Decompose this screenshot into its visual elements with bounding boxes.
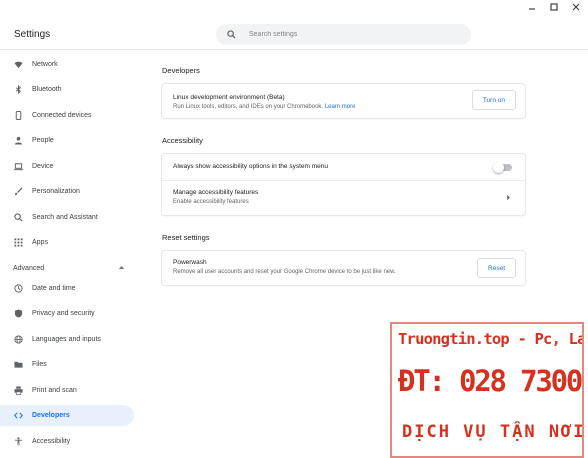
clock-icon — [13, 284, 23, 294]
sidebar-item-label: People — [32, 137, 54, 144]
settings-header: Settings — [0, 14, 588, 50]
close-icon[interactable] — [570, 1, 582, 13]
sidebar-item-date-and-time[interactable]: Date and time — [0, 278, 134, 299]
sidebar-item-accessibility[interactable]: Accessibility — [0, 431, 134, 452]
watermark-line-3: DỊCH VỤ TẬN NƠI TPHCM — [402, 422, 584, 442]
sidebar-item-label: Connected devices — [32, 112, 92, 119]
search-icon — [13, 213, 23, 223]
turn-on-button[interactable]: Turn on — [471, 90, 516, 110]
minimize-icon[interactable] — [526, 1, 538, 13]
sidebar-item-files[interactable]: Files — [0, 354, 134, 375]
always-show-row[interactable]: Always show accessibility options in the… — [162, 154, 525, 180]
sidebar-item-languages-and-inputs[interactable]: Languages and inputs — [0, 329, 134, 350]
learn-more-link[interactable]: Learn more — [325, 104, 356, 110]
sidebar-item-label: Privacy and security — [32, 310, 95, 317]
window-titlebar — [0, 0, 588, 14]
sidebar-item-device[interactable]: Device — [0, 156, 134, 177]
sidebar-item-label: Device — [32, 163, 54, 170]
reset-section-title: Reset settings — [162, 233, 210, 242]
chevron-right-icon — [505, 194, 512, 201]
search-input[interactable] — [249, 31, 449, 38]
linux-title: Linux development environment (Beta) — [173, 94, 285, 101]
powerwash-subtitle: Remove all user accounts and reset your … — [173, 269, 396, 275]
globe-icon — [13, 335, 23, 345]
sidebar-item-network[interactable]: Network — [0, 54, 134, 75]
maximize-icon[interactable] — [548, 1, 560, 13]
sidebar-item-label: Print and scan — [32, 387, 77, 394]
sidebar-item-label: Date and time — [32, 285, 76, 292]
shield-icon — [13, 309, 23, 319]
phone-icon — [13, 111, 23, 121]
sidebar-item-label: Languages and inputs — [32, 336, 101, 343]
watermark-line-2: ĐT: 028 7300 3894 — [398, 364, 582, 398]
sidebar-item-label: Developers — [32, 412, 70, 419]
sidebar-item-privacy-and-security[interactable]: Privacy and security — [0, 303, 134, 324]
window-controls — [526, 1, 582, 13]
sidebar-item-bluetooth[interactable]: Bluetooth — [0, 79, 134, 100]
sidebar-item-developers[interactable]: Developers — [0, 405, 134, 426]
wifi-icon — [13, 60, 23, 70]
linux-description: Run Linux tools, editors, and IDEs on yo… — [173, 104, 324, 110]
search-icon — [227, 29, 237, 40]
page-title: Settings — [14, 29, 51, 40]
sidebar-item-connected-devices[interactable]: Connected devices — [0, 105, 134, 126]
manage-accessibility-row[interactable]: Manage accessibility features Enable acc… — [162, 180, 525, 215]
accessibility-card: Always show accessibility options in the… — [162, 154, 525, 215]
linux-row: Linux development environment (Beta) Run… — [162, 84, 525, 118]
watermark-overlay: Truongtin.top - Pc, Laptop, Máy In ĐT: 0… — [390, 322, 584, 458]
sidebar-item-label: Bluetooth — [32, 86, 62, 93]
manage-accessibility-subtitle: Enable accessibility features — [173, 199, 249, 205]
sidebar: Network Bluetooth Connected devices Peop… — [0, 51, 140, 458]
sidebar-item-label: Apps — [32, 239, 48, 246]
brush-icon — [13, 187, 23, 197]
search-box[interactable] — [216, 24, 471, 45]
sidebar-item-label: Files — [32, 361, 47, 368]
sidebar-item-search-and-assistant[interactable]: Search and Assistant — [0, 207, 134, 228]
chevron-up-icon — [118, 264, 125, 273]
folder-icon — [13, 360, 23, 370]
sidebar-item-label: Network — [32, 61, 58, 68]
always-show-toggle[interactable] — [493, 162, 512, 173]
reset-button[interactable]: Reset — [477, 258, 516, 278]
always-show-label: Always show accessibility options in the… — [173, 163, 328, 170]
sidebar-item-print-and-scan[interactable]: Print and scan — [0, 380, 134, 401]
accessibility-section-title: Accessibility — [162, 136, 203, 145]
sidebar-item-label: Search and Assistant — [32, 214, 98, 221]
accessibility-icon — [13, 437, 23, 447]
person-icon — [13, 136, 23, 146]
printer-icon — [13, 386, 23, 396]
sidebar-advanced-toggle[interactable]: Advanced — [13, 260, 125, 276]
bluetooth-icon — [13, 85, 23, 95]
developers-card: Linux development environment (Beta) Run… — [162, 84, 525, 118]
sidebar-item-people[interactable]: People — [0, 130, 134, 151]
linux-subtitle: Run Linux tools, editors, and IDEs on yo… — [173, 104, 355, 110]
powerwash-title: Powerwash — [173, 259, 207, 266]
sidebar-item-label: Personalization — [32, 188, 80, 195]
developers-section-title: Developers — [162, 66, 200, 75]
powerwash-row: Powerwash Remove all user accounts and r… — [162, 251, 525, 285]
code-icon — [13, 411, 23, 421]
advanced-label: Advanced — [13, 264, 45, 272]
laptop-icon — [13, 162, 23, 172]
toggle-knob — [493, 162, 504, 173]
sidebar-item-label: Accessibility — [32, 438, 71, 445]
sidebar-item-apps[interactable]: Apps — [0, 232, 134, 253]
apps-grid-icon — [13, 238, 23, 248]
sidebar-item-personalization[interactable]: Personalization — [0, 181, 134, 202]
watermark-line-1: Truongtin.top - Pc, Laptop, Máy In — [398, 330, 582, 348]
reset-card: Powerwash Remove all user accounts and r… — [162, 251, 525, 285]
manage-accessibility-title: Manage accessibility features — [173, 189, 259, 196]
